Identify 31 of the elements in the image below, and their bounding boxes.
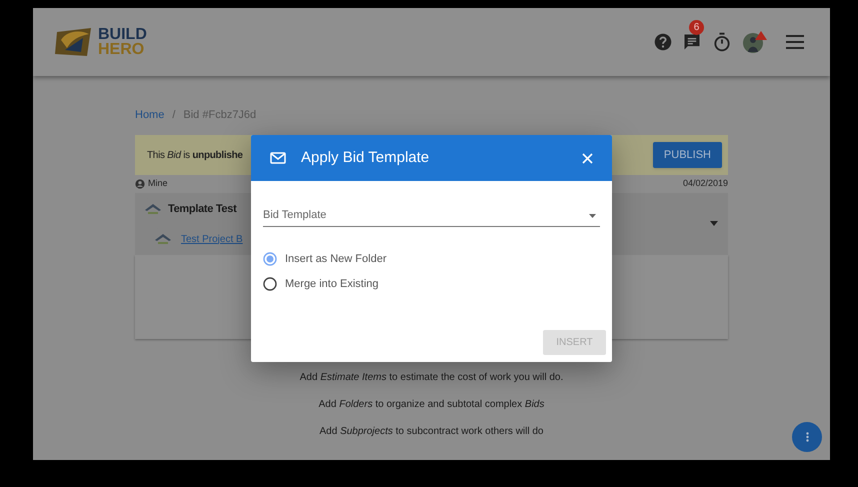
notification-badge: 6	[689, 20, 704, 35]
banner-message: This Bid is unpublishe	[147, 148, 243, 162]
logo-text: HERO	[98, 42, 146, 57]
logo-text: BUILD	[98, 27, 147, 42]
radio-option[interactable]: Merge into Existing	[263, 276, 600, 292]
folder-title: Template Test	[168, 202, 236, 217]
help-icon[interactable]	[654, 33, 672, 51]
breadcrumb-link[interactable]: Home	[135, 106, 164, 124]
hint-text: Add Subprojects to subcontract work others will do	[319, 425, 544, 439]
dialog-title: Apply Bid Template	[301, 148, 430, 168]
message-icon[interactable]	[682, 32, 702, 52]
project-link[interactable]: Test Project B	[181, 232, 243, 246]
close-icon[interactable]	[582, 152, 593, 164]
owner-label: Mine	[148, 177, 168, 190]
hint-text: Add Folders to organize and subtotal complex Bids	[318, 398, 544, 412]
hint-text: Add Estimate Items to estimate the cost of work you will do.	[300, 371, 564, 385]
mail-icon	[270, 152, 286, 164]
bid-date: 04/02/2019	[682, 177, 728, 190]
breadcrumb-separator: /	[172, 108, 176, 123]
avatar-icon[interactable]	[742, 30, 768, 54]
breadcrumb-current: Bid #Fcbz7J6d	[183, 108, 256, 123]
dropdown-caret-icon	[589, 214, 596, 218]
menu-icon[interactable]	[786, 35, 804, 49]
template-select[interactable]: Bid Template	[263, 205, 600, 227]
stopwatch-icon[interactable]	[712, 32, 732, 52]
select-placeholder: Bid Template	[263, 208, 326, 224]
caret-icon[interactable]	[710, 221, 718, 226]
user-icon	[135, 179, 145, 189]
more-icon	[806, 432, 808, 442]
publish-button[interactable]: PUBLISH	[652, 142, 722, 168]
radio-option[interactable]: Insert as New Folder	[263, 251, 600, 268]
